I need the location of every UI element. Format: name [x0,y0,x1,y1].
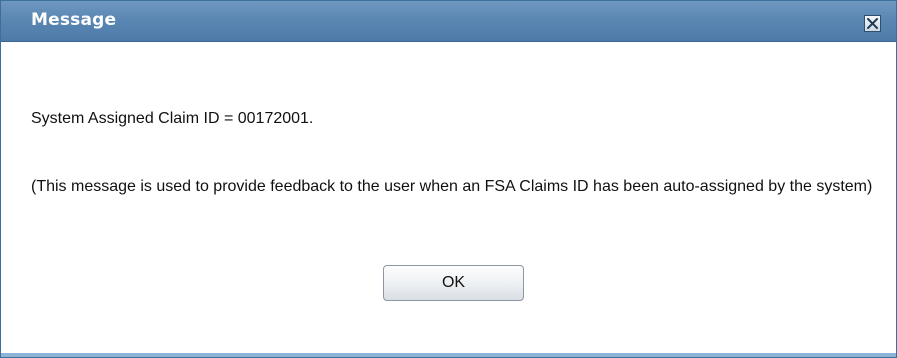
dialog-titlebar: Message [1,1,896,42]
ok-button[interactable]: OK [383,265,524,301]
message-dialog: Message System Assigned Claim ID = 00172… [0,0,897,358]
dialog-bottom-border [1,353,896,357]
dialog-title: Message [31,10,117,30]
close-icon [867,18,878,29]
close-button[interactable] [864,15,881,32]
claim-id-message: System Assigned Claim ID = 00172001. [31,110,314,127]
feedback-note: (This message is used to provide feedbac… [31,178,873,195]
